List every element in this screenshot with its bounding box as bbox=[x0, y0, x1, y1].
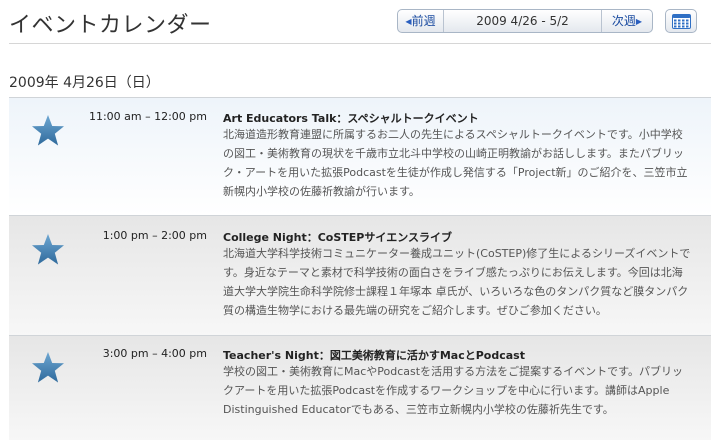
event-title[interactable]: College Night：CoSTEPサイエンスライブ bbox=[223, 229, 452, 245]
page-title: イベントカレンダー bbox=[9, 13, 212, 38]
week-navigation: ◀前週 2009 4/26 - 5/2 次週 ▶ bbox=[397, 9, 653, 33]
event-description: 北海道造形教育連盟に所属するお二人の先生によるスペシャルトークイベントです。小中… bbox=[223, 125, 703, 201]
event-time: 3:00 pm – 4:00 pm bbox=[102, 347, 207, 360]
chevron-right-icon: ▶ bbox=[635, 17, 643, 26]
next-week-button[interactable]: 次週 ▶ bbox=[601, 10, 652, 32]
event-time: 1:00 pm – 2:00 pm bbox=[102, 229, 207, 242]
event-title[interactable]: Art Educators Talk：スペシャルトークイベント bbox=[223, 110, 479, 126]
next-week-label: 次週 bbox=[611, 14, 636, 28]
event-description: 学校の図工・美術教育にMacやPodcastを活用する方法をご提案するイベントで… bbox=[223, 362, 703, 419]
header-divider bbox=[9, 43, 711, 44]
previous-week-button[interactable]: ◀前週 bbox=[398, 10, 444, 32]
star-icon bbox=[32, 115, 64, 146]
description-line: の図工・美術教育の現状を千歳市立北斗中学校の山崎正明教諭がお話しします。またパブ… bbox=[223, 147, 684, 160]
event-item[interactable]: 11:00 am – 12:00 pm Art Educators Talk：ス… bbox=[9, 97, 711, 215]
calendar-header: イベントカレンダー ◀前週 2009 4/26 - 5/2 次週 ▶ bbox=[0, 0, 711, 44]
description-line: 新幌内小学校の佐藤祈教諭が行います。 bbox=[223, 185, 420, 198]
week-date-range: 2009 4/26 - 5/2 bbox=[476, 14, 569, 28]
day-heading: 2009年 4月26日（日） bbox=[9, 75, 160, 91]
event-calendar-page: イベントカレンダー ◀前週 2009 4/26 - 5/2 次週 ▶ 2009年… bbox=[0, 0, 711, 440]
calendar-view-button[interactable] bbox=[665, 9, 697, 33]
description-line: 学校の図工・美術教育にMacやPodcastを活用する方法をご提案するイベントで… bbox=[223, 365, 683, 378]
event-title[interactable]: Teacher's Night：図工美術教育に活かすMacとPodcast bbox=[223, 347, 525, 363]
description-line: す。身近なテーマと素材で科学技術の面白さをライブ感たっぷりにお伝えします。今回は… bbox=[223, 266, 683, 279]
description-line: Distinguished Educatorでもある、三笠市立新幌内小学校の佐藤… bbox=[223, 403, 614, 416]
star-icon bbox=[32, 234, 64, 265]
event-item[interactable]: 3:00 pm – 4:00 pm Teacher's Night：図工美術教育… bbox=[9, 335, 711, 440]
event-item[interactable]: 1:00 pm – 2:00 pm College Night：CoSTEPサイ… bbox=[9, 215, 711, 335]
description-line: 北海道大学科学技術コミュニケーター養成ユニット(CoSTEP)修了生によるシリー… bbox=[223, 247, 691, 260]
description-line: 北海道造形教育連盟に所属するお二人の先生によるスペシャルトークイベントです。小中… bbox=[223, 128, 683, 141]
previous-week-label: 前週 bbox=[411, 14, 436, 28]
calendar-icon bbox=[672, 14, 691, 29]
event-time: 11:00 am – 12:00 pm bbox=[88, 110, 207, 123]
star-icon bbox=[32, 352, 64, 383]
description-line: 道大学大学院生命科学院修士課程１年塚本 卓氏が、いろいろな色のタンパク質など膜タ… bbox=[223, 285, 689, 298]
description-line: ク・アートを用いた拡張Podcastを生徒が作成し発信する「Project新」の… bbox=[223, 166, 688, 179]
description-line: クアートを用いた拡張Podcastを作成するワークショップを中心に行います。講師… bbox=[223, 384, 670, 397]
description-line: 質の構造生物学における最先端の研究をご紹介します。ぜひご参加ください。 bbox=[223, 304, 607, 317]
event-description: 北海道大学科学技術コミュニケーター養成ユニット(CoSTEP)修了生によるシリー… bbox=[223, 244, 703, 320]
